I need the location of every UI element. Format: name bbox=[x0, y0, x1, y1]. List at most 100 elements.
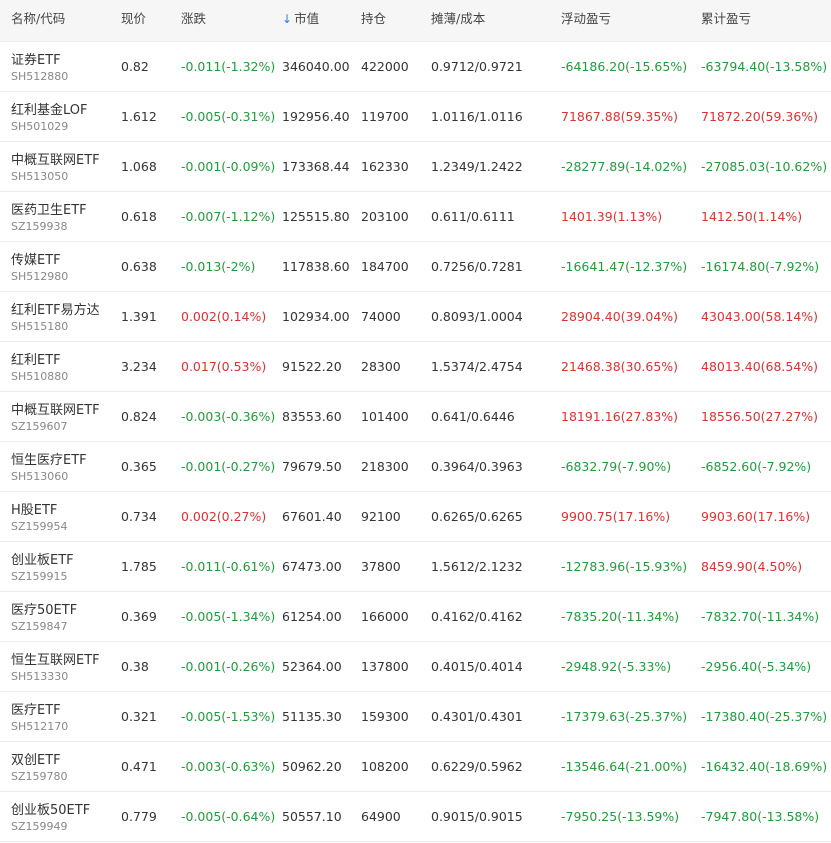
column-header-name-code[interactable]: 名称/代码 bbox=[11, 0, 65, 38]
table-row[interactable]: 中概互联网ETF SH513050 1.068 -0.001(-0.09%) 17336… bbox=[0, 142, 831, 192]
fund-name[interactable]: 红利基金LOF bbox=[11, 99, 88, 118]
table-row[interactable]: 创业板ETF SZ159915 1.785 -0.011(-0.61%) 67473.0… bbox=[0, 542, 831, 592]
price-change: -0.007(-1.12%) bbox=[181, 209, 276, 224]
current-price: 1.391 bbox=[121, 309, 157, 324]
current-price: 0.824 bbox=[121, 409, 157, 424]
position-quantity: 108200 bbox=[361, 759, 409, 774]
fund-name[interactable]: 创业板ETF bbox=[11, 549, 74, 568]
floating-pnl: -12783.96(-15.93%) bbox=[561, 559, 688, 574]
cost-basis: 0.641/0.6446 bbox=[431, 409, 515, 424]
fund-code: SH512880 bbox=[11, 70, 69, 83]
fund-code: SZ159954 bbox=[11, 520, 68, 533]
fund-name[interactable]: 红利ETF bbox=[11, 349, 61, 368]
fund-name[interactable]: 红利ETF易方达 bbox=[11, 299, 100, 318]
floating-pnl: -2948.92(-5.33%) bbox=[561, 659, 672, 674]
fund-code: SH510880 bbox=[11, 370, 69, 383]
cost-basis: 0.4162/0.4162 bbox=[431, 609, 523, 624]
fund-name[interactable]: 恒生医疗ETF bbox=[11, 449, 87, 468]
table-row[interactable]: 中概互联网ETF SZ159607 0.824 -0.003(-0.36%) 83553… bbox=[0, 392, 831, 442]
cumulative-pnl: 8459.90(4.50%) bbox=[701, 559, 803, 574]
table-header: 名称/代码 现价 涨跌 ↓ 市值 持仓 摊薄/成本 浮动盈亏 累计盈亏 bbox=[0, 0, 831, 42]
price-change: -0.011(-0.61%) bbox=[181, 559, 276, 574]
market-value: 50962.20 bbox=[282, 759, 342, 774]
fund-code: SZ159915 bbox=[11, 570, 68, 583]
floating-pnl: 18191.16(27.83%) bbox=[561, 409, 679, 424]
fund-name[interactable]: 双创ETF bbox=[11, 749, 61, 768]
cost-basis: 1.2349/1.2422 bbox=[431, 159, 523, 174]
cumulative-pnl: 48013.40(68.54%) bbox=[701, 359, 819, 374]
market-value: 102934.00 bbox=[282, 309, 350, 324]
sort-descending-icon: ↓ bbox=[282, 12, 293, 26]
current-price: 3.234 bbox=[121, 359, 157, 374]
fund-name[interactable]: 医疗50ETF bbox=[11, 599, 77, 618]
fund-name[interactable]: 传媒ETF bbox=[11, 249, 61, 268]
position-quantity: 64900 bbox=[361, 809, 401, 824]
price-change: -0.011(-1.32%) bbox=[181, 59, 276, 74]
column-header-change[interactable]: 涨跌 bbox=[181, 0, 206, 38]
holdings-table: 名称/代码 现价 涨跌 ↓ 市值 持仓 摊薄/成本 浮动盈亏 累计盈亏 证券ETF… bbox=[0, 0, 831, 842]
table-row[interactable]: 医疗ETF SH512170 0.321 -0.005(-1.53%) 51135.30… bbox=[0, 692, 831, 742]
column-header-market-value[interactable]: ↓ 市值 bbox=[282, 0, 319, 38]
cost-basis: 0.7256/0.7281 bbox=[431, 259, 523, 274]
fund-code: SZ159607 bbox=[11, 420, 68, 433]
market-value: 52364.00 bbox=[282, 659, 342, 674]
position-quantity: 101400 bbox=[361, 409, 409, 424]
table-row[interactable]: 创业板50ETF SZ159949 0.779 -0.005(-0.64%) 50557… bbox=[0, 792, 831, 842]
fund-name[interactable]: 证券ETF bbox=[11, 49, 61, 68]
table-row[interactable]: 双创ETF SZ159780 0.471 -0.003(-0.63%) 50962.20… bbox=[0, 742, 831, 792]
market-value: 346040.00 bbox=[282, 59, 350, 74]
table-row[interactable]: 红利ETF易方达 SH515180 1.391 0.002(0.14%) 102934.… bbox=[0, 292, 831, 342]
table-row[interactable]: 恒生互联网ETF SH513330 0.38 -0.001(-0.26%) 52364.… bbox=[0, 642, 831, 692]
cumulative-pnl: -6852.60(-7.92%) bbox=[701, 459, 812, 474]
position-quantity: 28300 bbox=[361, 359, 401, 374]
fund-name[interactable]: 创业板50ETF bbox=[11, 799, 90, 818]
current-price: 0.734 bbox=[121, 509, 157, 524]
fund-name[interactable]: 中概互联网ETF bbox=[11, 149, 100, 168]
fund-name[interactable]: 中概互联网ETF bbox=[11, 399, 100, 418]
market-value: 67601.40 bbox=[282, 509, 342, 524]
cumulative-pnl: 1412.50(1.14%) bbox=[701, 209, 803, 224]
price-change: -0.005(-1.53%) bbox=[181, 709, 276, 724]
price-change: -0.013(-2%) bbox=[181, 259, 256, 274]
position-quantity: 37800 bbox=[361, 559, 401, 574]
position-quantity: 422000 bbox=[361, 59, 409, 74]
column-header-price[interactable]: 现价 bbox=[121, 0, 146, 38]
column-header-position[interactable]: 持仓 bbox=[361, 0, 386, 38]
cost-basis: 0.6265/0.6265 bbox=[431, 509, 523, 524]
table-row[interactable]: 医疗50ETF SZ159847 0.369 -0.005(-1.34%) 61254.… bbox=[0, 592, 831, 642]
market-value: 192956.40 bbox=[282, 109, 350, 124]
fund-code: SZ159847 bbox=[11, 620, 68, 633]
table-row[interactable]: H股ETF SZ159954 0.734 0.002(0.27%) 67601.40 92… bbox=[0, 492, 831, 542]
price-change: -0.005(-0.64%) bbox=[181, 809, 276, 824]
floating-pnl: -17379.63(-25.37%) bbox=[561, 709, 688, 724]
cost-basis: 0.3964/0.3963 bbox=[431, 459, 523, 474]
cumulative-pnl: 71872.20(59.36%) bbox=[701, 109, 819, 124]
fund-name[interactable]: 医药卫生ETF bbox=[11, 199, 87, 218]
position-quantity: 137800 bbox=[361, 659, 409, 674]
table-row[interactable]: 医药卫生ETF SZ159938 0.618 -0.007(-1.12%) 125515… bbox=[0, 192, 831, 242]
price-change: -0.005(-1.34%) bbox=[181, 609, 276, 624]
cost-basis: 0.611/0.6111 bbox=[431, 209, 515, 224]
market-value: 50557.10 bbox=[282, 809, 342, 824]
cumulative-pnl: -7947.80(-13.58%) bbox=[701, 809, 820, 824]
cumulative-pnl: -63794.40(-13.58%) bbox=[701, 59, 828, 74]
column-header-cumulative-pnl[interactable]: 累计盈亏 bbox=[701, 0, 751, 38]
table-row[interactable]: 证券ETF SH512880 0.82 -0.011(-1.32%) 346040.00… bbox=[0, 42, 831, 92]
table-row[interactable]: 红利ETF SH510880 3.234 0.017(0.53%) 91522.20 28… bbox=[0, 342, 831, 392]
column-header-cost[interactable]: 摊薄/成本 bbox=[431, 0, 485, 38]
current-price: 0.82 bbox=[121, 59, 149, 74]
column-header-floating-pnl[interactable]: 浮动盈亏 bbox=[561, 0, 611, 38]
fund-name[interactable]: 恒生互联网ETF bbox=[11, 649, 100, 668]
cumulative-pnl: -27085.03(-10.62%) bbox=[701, 159, 828, 174]
table-row[interactable]: 恒生医疗ETF SH513060 0.365 -0.001(-0.27%) 79679.… bbox=[0, 442, 831, 492]
current-price: 0.638 bbox=[121, 259, 157, 274]
table-row[interactable]: 传媒ETF SH512980 0.638 -0.013(-2%) 117838.60 18… bbox=[0, 242, 831, 292]
fund-name[interactable]: 医疗ETF bbox=[11, 699, 61, 718]
floating-pnl: -7835.20(-11.34%) bbox=[561, 609, 680, 624]
floating-pnl: 28904.40(39.04%) bbox=[561, 309, 679, 324]
fund-name[interactable]: H股ETF bbox=[11, 499, 57, 518]
column-header-market-value-label: 市值 bbox=[294, 11, 320, 26]
table-row[interactable]: 红利基金LOF SH501029 1.612 -0.005(-0.31%) 192956… bbox=[0, 92, 831, 142]
fund-code: SH513050 bbox=[11, 170, 69, 183]
cost-basis: 0.4015/0.4014 bbox=[431, 659, 523, 674]
